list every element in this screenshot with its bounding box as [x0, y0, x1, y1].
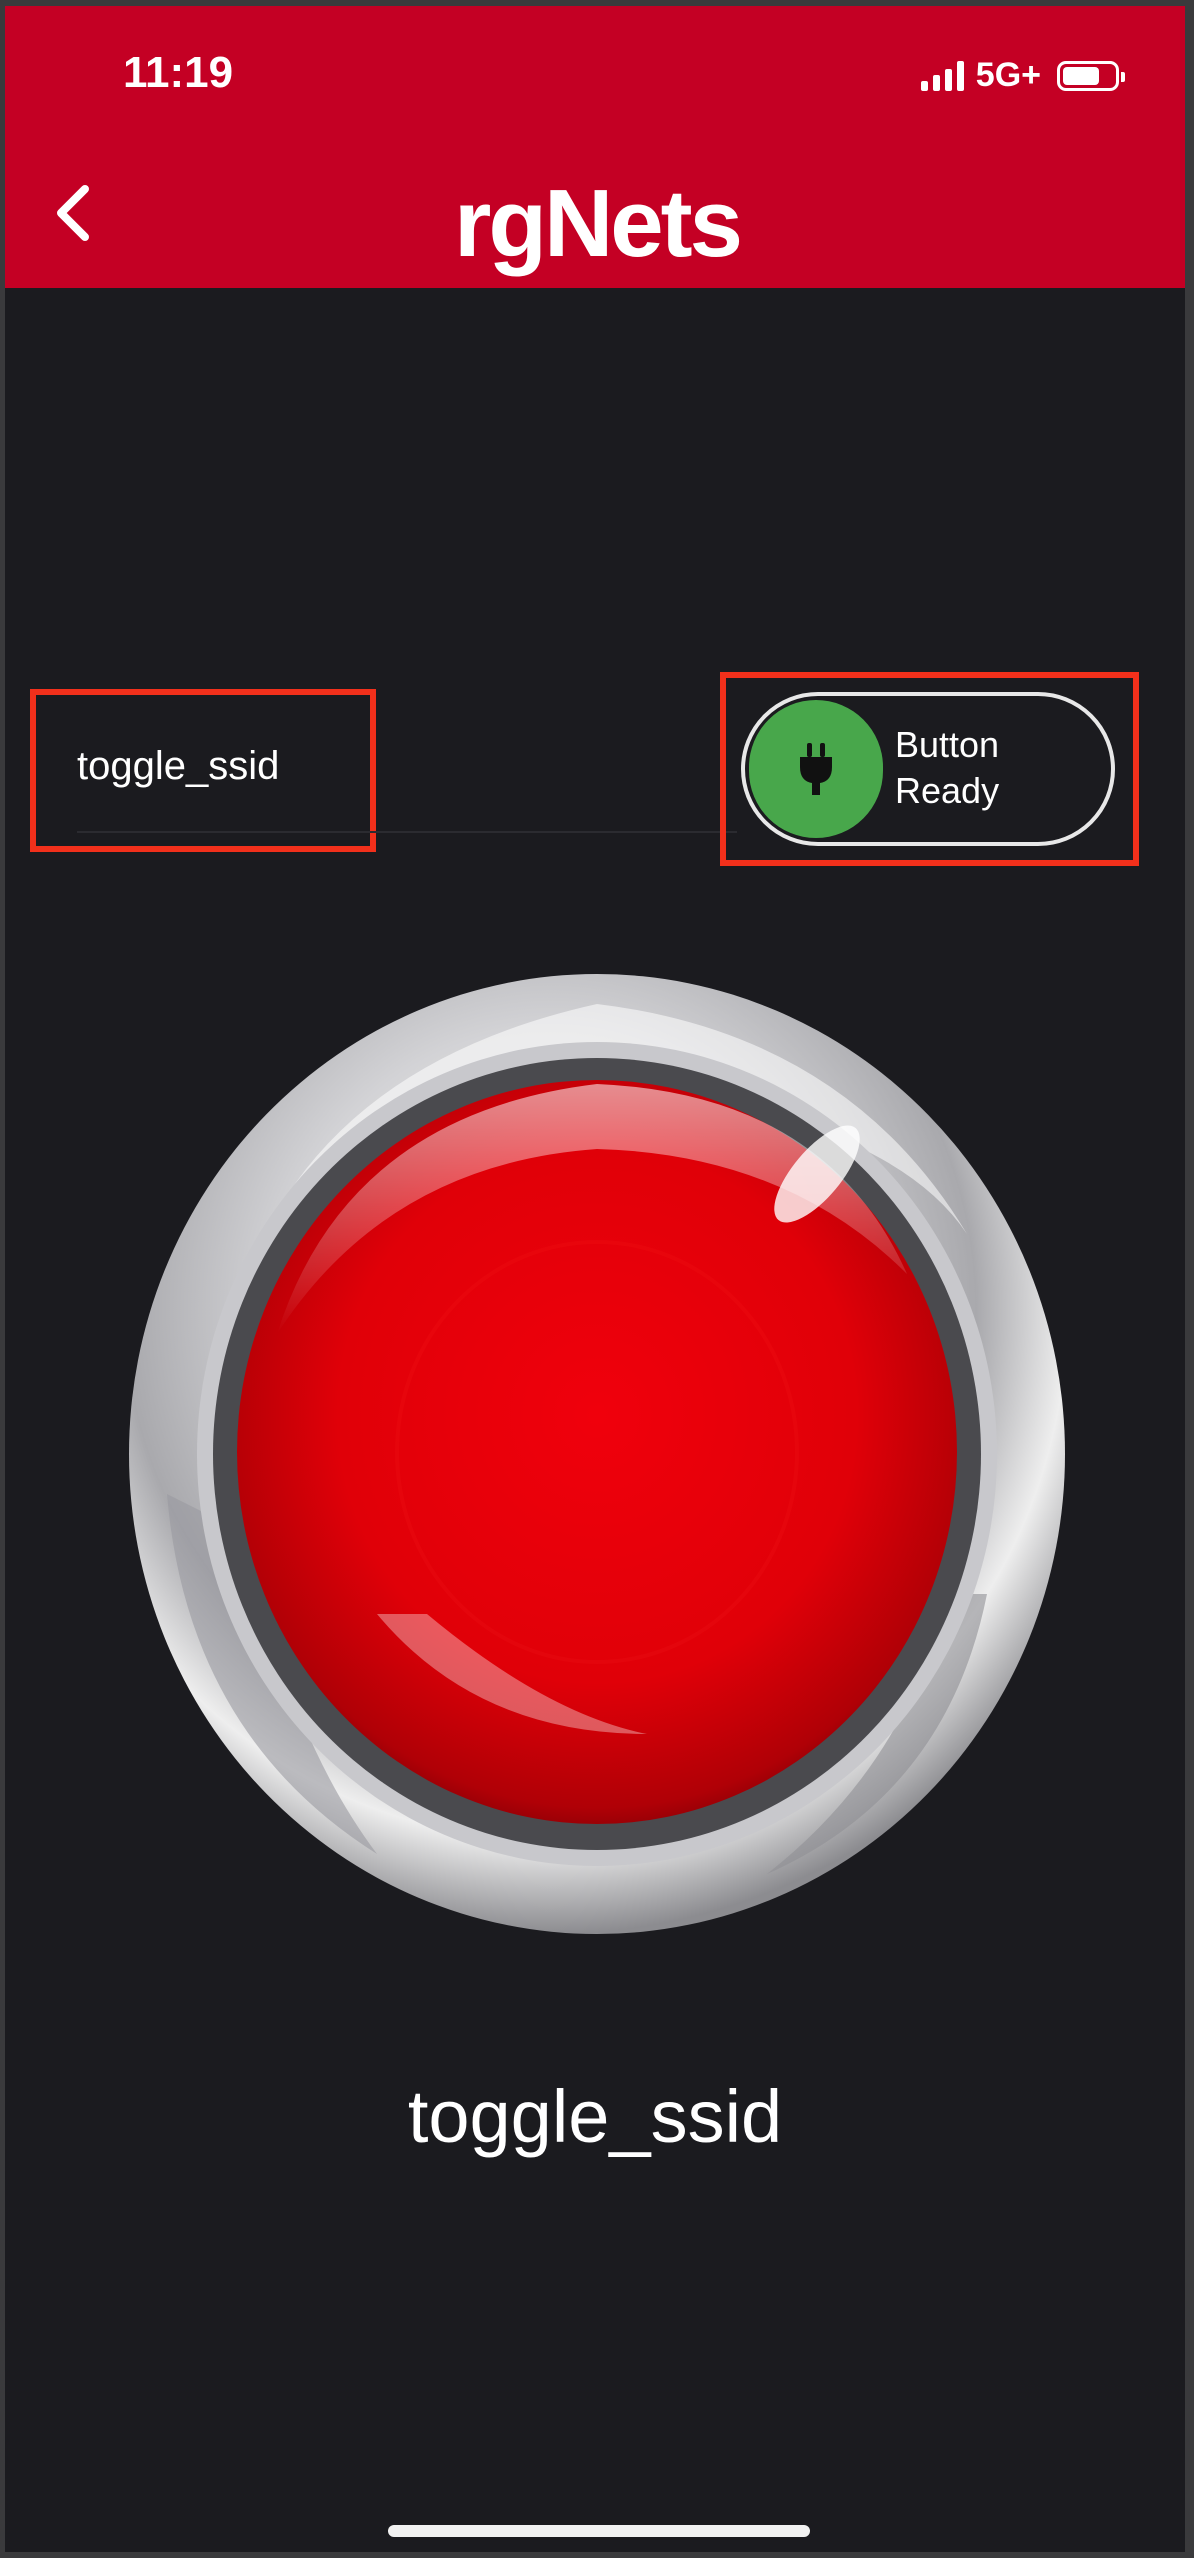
- app-screen: 11:19 5G+ rgNets toggle_ssid Button Read…: [5, 6, 1185, 2552]
- app-header: 11:19 5G+ rgNets: [5, 6, 1185, 288]
- button-status-pill[interactable]: Button Ready: [741, 692, 1115, 846]
- status-indicators: 5G+: [920, 56, 1125, 95]
- status-indicator: [749, 700, 883, 838]
- rgnets-logo: rgNets: [453, 170, 743, 277]
- status-text: Button Ready: [895, 722, 999, 814]
- home-indicator[interactable]: [388, 2525, 810, 2537]
- signal-icon: [920, 60, 964, 91]
- status-line-2: Ready: [895, 770, 1000, 811]
- status-time: 11:19: [123, 48, 234, 97]
- plug-icon: [800, 743, 832, 795]
- battery-icon: [1057, 60, 1125, 91]
- chevron-left-icon: [57, 185, 89, 241]
- network-type: 5G+: [975, 56, 1041, 94]
- page-title: toggle_ssid: [77, 744, 280, 788]
- status-line-1: Button: [895, 724, 1000, 765]
- back-button[interactable]: [43, 176, 103, 250]
- button-label: toggle_ssid: [407, 2075, 783, 2158]
- divider: [77, 831, 737, 833]
- red-push-button-graphic: [129, 974, 1065, 1934]
- red-push-button[interactable]: [127, 974, 1067, 1940]
